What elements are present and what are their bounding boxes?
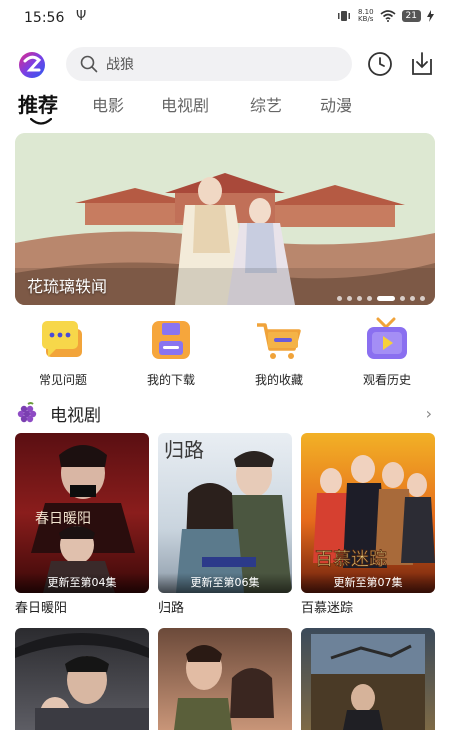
poster-title-art: 春日暖阳 [35, 511, 91, 527]
status-time: 15:56 [24, 10, 65, 26]
banner-dot[interactable] [357, 296, 362, 301]
quick-link-label: 常见问题 [38, 373, 87, 387]
banner-dot[interactable] [367, 296, 372, 301]
search-placeholder: 战狼 [106, 57, 134, 73]
video-poster: 春日暖阳 更新至第04集 [15, 433, 149, 593]
quick-link-faq[interactable]: 常见问题 [18, 315, 108, 388]
status-bar: 15:56 Ψ 8.10 KB/s 21 [0, 0, 450, 36]
net-speed-unit: KB/s [358, 15, 374, 23]
poster-art: 归路 [164, 438, 292, 593]
quick-link-label: 我的下载 [146, 373, 195, 387]
banner-pagination [337, 296, 425, 301]
poster-title-art: 百慕迷踪 [315, 549, 387, 570]
app-logo-icon[interactable] [16, 48, 48, 80]
quick-link-favorites[interactable]: 我的收藏 [234, 315, 324, 388]
video-card[interactable] [301, 628, 435, 730]
download-icon[interactable] [408, 50, 436, 78]
episode-badge: 更新至第04集 [15, 573, 149, 593]
video-card[interactable] [158, 628, 292, 730]
video-poster: 归路 更新至第06集 [158, 433, 292, 593]
video-poster: 百慕迷踪 更新至第07集 [301, 433, 435, 593]
tab-variety[interactable]: 综艺 [250, 92, 282, 116]
video-title: 归路 [158, 601, 185, 616]
video-card[interactable]: 百慕迷踪 更新至第07集 百慕迷踪 [301, 433, 435, 616]
poster-art [15, 633, 149, 730]
battery-level: 21 [401, 10, 421, 22]
search-bar[interactable]: 战狼 [66, 47, 352, 81]
banner-dot[interactable] [400, 296, 405, 301]
poster-title-art: 归路 [164, 438, 204, 462]
history-clock-icon[interactable] [366, 50, 394, 78]
usb-icon: Ψ [76, 9, 87, 24]
tab-active-indicator [30, 118, 52, 125]
section-header-tv[interactable]: 电视剧 › [0, 398, 450, 428]
video-card[interactable]: 归路 更新至第06集 归路 [158, 433, 292, 616]
banner-dot[interactable] [337, 296, 342, 301]
download-save-icon [152, 321, 190, 359]
banner-dot[interactable] [420, 296, 425, 301]
banner-title: 花琉璃轶闻 [27, 277, 108, 296]
wifi-icon [380, 10, 396, 22]
quick-link-label: 我的收藏 [254, 373, 303, 387]
faq-chat-icon [42, 321, 82, 357]
episode-badge: 更新至第07集 [301, 573, 435, 593]
quick-link-history[interactable]: 观看历史 [342, 315, 432, 388]
chevron-right-icon[interactable]: › [426, 404, 432, 423]
tab-movies[interactable]: 电影 [92, 92, 124, 116]
poster-art [174, 645, 274, 730]
banner-dot[interactable] [347, 296, 352, 301]
poster-art: 百慕迷踪 [313, 455, 435, 570]
poster-art [311, 634, 425, 730]
quick-links: 常见问题 我的下载 我的收藏 观看历史 [0, 315, 450, 395]
poster-art: 春日暖阳 [31, 445, 135, 593]
banner-dot[interactable] [410, 296, 415, 301]
video-card[interactable] [15, 628, 149, 730]
history-play-icon [367, 317, 407, 359]
quick-link-label: 观看历史 [362, 373, 411, 387]
search-icon [80, 55, 98, 73]
banner-dot-active[interactable] [377, 296, 395, 301]
favorite-cart-icon [257, 323, 301, 359]
charging-icon [427, 10, 434, 22]
video-card[interactable]: 春日暖阳 更新至第04集 春日暖阳 [15, 433, 149, 616]
vibrate-icon [337, 11, 350, 21]
net-speed: 8.10 KB/s [358, 9, 374, 23]
section-title: 电视剧 [50, 406, 101, 426]
quick-link-downloads[interactable]: 我的下载 [126, 315, 216, 388]
episode-badge: 更新至第06集 [158, 573, 292, 593]
tab-anime[interactable]: 动漫 [320, 92, 352, 116]
video-title: 百慕迷踪 [301, 601, 354, 616]
category-tabs: 推荐 电影 电视剧 综艺 动漫 [0, 88, 450, 128]
status-right: 8.10 KB/s 21 [336, 9, 434, 23]
hero-banner[interactable]: 花琉璃轶闻 [15, 133, 435, 305]
top-bar: 战狼 [0, 44, 450, 84]
grape-icon [17, 402, 37, 423]
tab-tv-series[interactable]: 电视剧 [161, 92, 209, 116]
video-title: 春日暖阳 [15, 601, 68, 616]
tab-recommend[interactable]: 推荐 [18, 89, 58, 118]
